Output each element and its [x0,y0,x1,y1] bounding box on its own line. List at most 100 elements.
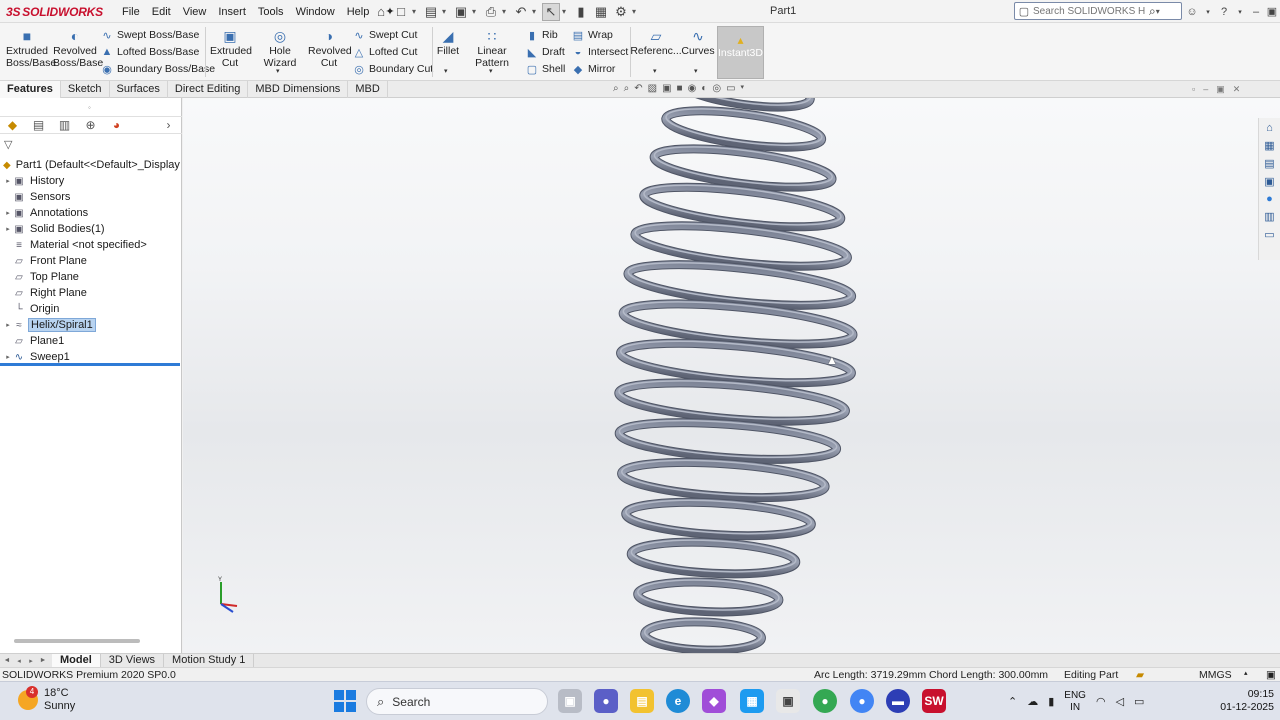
tree-item-top-plane[interactable]: ▱ Top Plane [0,269,182,285]
options-gear-icon[interactable]: ⚙ [612,3,630,21]
extruded-boss-button[interactable]: ■ Extruded Boss/Base [6,27,56,69]
reference-geometry-button[interactable]: ▱ Referenc... [630,27,681,57]
mirror-button[interactable]: ◆ Mirror [571,61,616,77]
section-view-icon[interactable]: ▧ [648,83,657,94]
tab-mbd[interactable]: MBD [348,81,388,98]
chevron-down-icon[interactable]: ▾ [632,7,640,16]
shell-button[interactable]: ▢ Shell [525,61,566,77]
chevron-down-icon[interactable]: ▾ [653,67,657,75]
instant3d-button[interactable]: ▴ Instant3D [717,26,764,79]
resources-icon[interactable]: ▦ [1264,139,1274,152]
tree-item-origin[interactable]: └ Origin [0,301,182,317]
restore-icon[interactable]: ▣ [1216,84,1225,95]
menu-window[interactable]: Window [290,6,341,18]
configuration-manager-icon[interactable]: ▥ [56,118,73,132]
chevron-down-icon[interactable]: ▾ [472,7,480,16]
menu-file[interactable]: File [116,6,146,18]
revolved-cut-button[interactable]: ◑ Revolved Cut [308,27,352,69]
menu-view[interactable]: View [177,6,213,18]
menu-help[interactable]: Help [341,6,376,18]
chevron-down-icon[interactable]: ▾ [694,67,698,75]
chat-icon[interactable]: ● [594,689,618,713]
view-settings-icon[interactable]: ▭ [726,83,735,94]
new-document-icon[interactable]: □ [392,3,410,21]
tab-model[interactable]: Model [52,653,101,668]
boundary-cut-button[interactable]: ◎ Boundary Cut [352,61,433,77]
tree-root-part1[interactable]: ◆ Part1 (Default<<Default>_Display S [0,157,182,173]
tile-icon[interactable]: ▫ [1192,84,1195,95]
zoom-area-icon[interactable]: ⌕ [624,83,630,94]
chevron-down-icon[interactable]: ▾ [1234,8,1246,16]
chevron-down-icon[interactable]: ▾ [532,7,540,16]
wifi-icon[interactable]: ◠ [1096,695,1106,708]
chevron-up-icon[interactable]: ▴ [1244,669,1248,677]
search-input[interactable] [1033,5,1145,17]
home-icon[interactable]: ⌂ [1266,122,1273,134]
previous-view-icon[interactable]: ↶ [634,83,642,94]
hole-wizard-button[interactable]: ◎ Hole Wizard [253,27,307,69]
tab-sketch[interactable]: Sketch [61,81,110,98]
zoom-to-fit-icon[interactable]: ⌕ [613,83,619,94]
tree-item-sensors[interactable]: ▣ Sensors [0,189,182,205]
chevron-down-icon[interactable]: ▾ [502,7,510,16]
tree-item-annotations[interactable]: ▸ ▣ Annotations [0,205,182,221]
chevron-up-icon[interactable]: ⌃ [1008,695,1017,708]
chevron-down-icon[interactable]: ▾ [444,67,448,75]
expand-arrow-icon[interactable]: ▸ [3,177,13,185]
last-tab-icon[interactable]: ► [38,657,48,665]
dimxpert-manager-icon[interactable]: ⊕ [82,118,99,132]
swept-cut-button[interactable]: ∿ Swept Cut [352,27,417,43]
print-icon[interactable]: ⎙ [482,3,500,21]
menu-tools[interactable]: Tools [252,6,290,18]
menu-edit[interactable]: Edit [146,6,177,18]
chevron-down-icon[interactable]: ▾ [412,7,420,16]
chevron-down-icon[interactable]: ▾ [442,7,450,16]
rebuild-icon[interactable]: ▰ [1136,669,1144,681]
draft-button[interactable]: ◣ Draft [525,44,565,60]
spring-model[interactable] [183,98,1280,653]
expand-arrow-icon[interactable]: ▸ [3,209,13,217]
open-folder-icon[interactable]: ▤ [422,3,440,21]
file-properties-icon[interactable]: ▦ [592,3,610,21]
tab-mbd-dimensions[interactable]: MBD Dimensions [248,81,349,98]
minimize-icon[interactable]: – [1203,84,1208,95]
appearances-icon[interactable]: ● [1266,193,1273,205]
revolved-boss-button[interactable]: ◐ Revolved Boss/Base [53,27,103,69]
units-selector[interactable]: MMGS [1199,669,1232,681]
chevron-right-icon[interactable]: › [160,118,177,132]
edge-icon[interactable]: e [666,689,690,713]
user-icon[interactable]: ☺ [1186,6,1198,18]
tab-motion-study-1[interactable]: Motion Study 1 [164,653,255,668]
cloud-icon[interactable]: ☁ [1027,695,1038,708]
microphone-icon[interactable]: ▮ [1048,695,1054,708]
volume-icon[interactable]: ◁ [1116,695,1124,708]
expand-arrow-icon[interactable]: ▸ [3,225,13,233]
undo-icon[interactable]: ↶ [512,3,530,21]
chevron-down-icon[interactable]: ▾ [276,67,280,75]
next-tab-icon[interactable]: ▸ [26,657,36,665]
tab-surfaces[interactable]: Surfaces [110,81,168,98]
display-manager-icon[interactable]: ◕ [108,118,125,132]
store-icon[interactable]: ▦ [740,689,764,713]
chevron-down-icon[interactable]: ▾ [1156,7,1164,16]
chrome-icon[interactable]: ● [813,689,837,713]
menu-insert[interactable]: Insert [212,6,252,18]
rib-button[interactable]: ▮ Rib [525,27,558,43]
select-arrow-icon[interactable]: ↖ [542,2,560,21]
feature-manager-icon[interactable]: ◆ [4,118,21,132]
windows-start-icon[interactable] [334,690,356,712]
tab-features[interactable]: Features [0,81,61,98]
boundary-boss-button[interactable]: ◉ Boundary Boss/Base [100,61,215,77]
weather-widget[interactable]: 4 18°C Sunny [18,686,75,713]
forum-icon[interactable]: ▭ [1264,228,1274,241]
file-explorer-icon[interactable]: ▣ [1264,175,1274,188]
extruded-cut-button[interactable]: ▣ Extruded Cut [210,27,252,69]
fillet-button[interactable]: ◢ Fillet [436,27,460,57]
solidworks-logo[interactable]: 3S SOLIDWORKS [6,3,103,20]
help-search-box[interactable]: ▢ ⌕ ▾ [1014,2,1182,20]
traffic-light-icon[interactable]: ▮ [572,3,590,21]
customize-icon[interactable]: ▣ [1266,669,1276,681]
restore-icon[interactable]: ▣ [1266,5,1278,18]
tree-item-history[interactable]: ▸ ▣ History [0,173,182,189]
taskbar-search[interactable]: ⌕ Search [366,688,548,715]
